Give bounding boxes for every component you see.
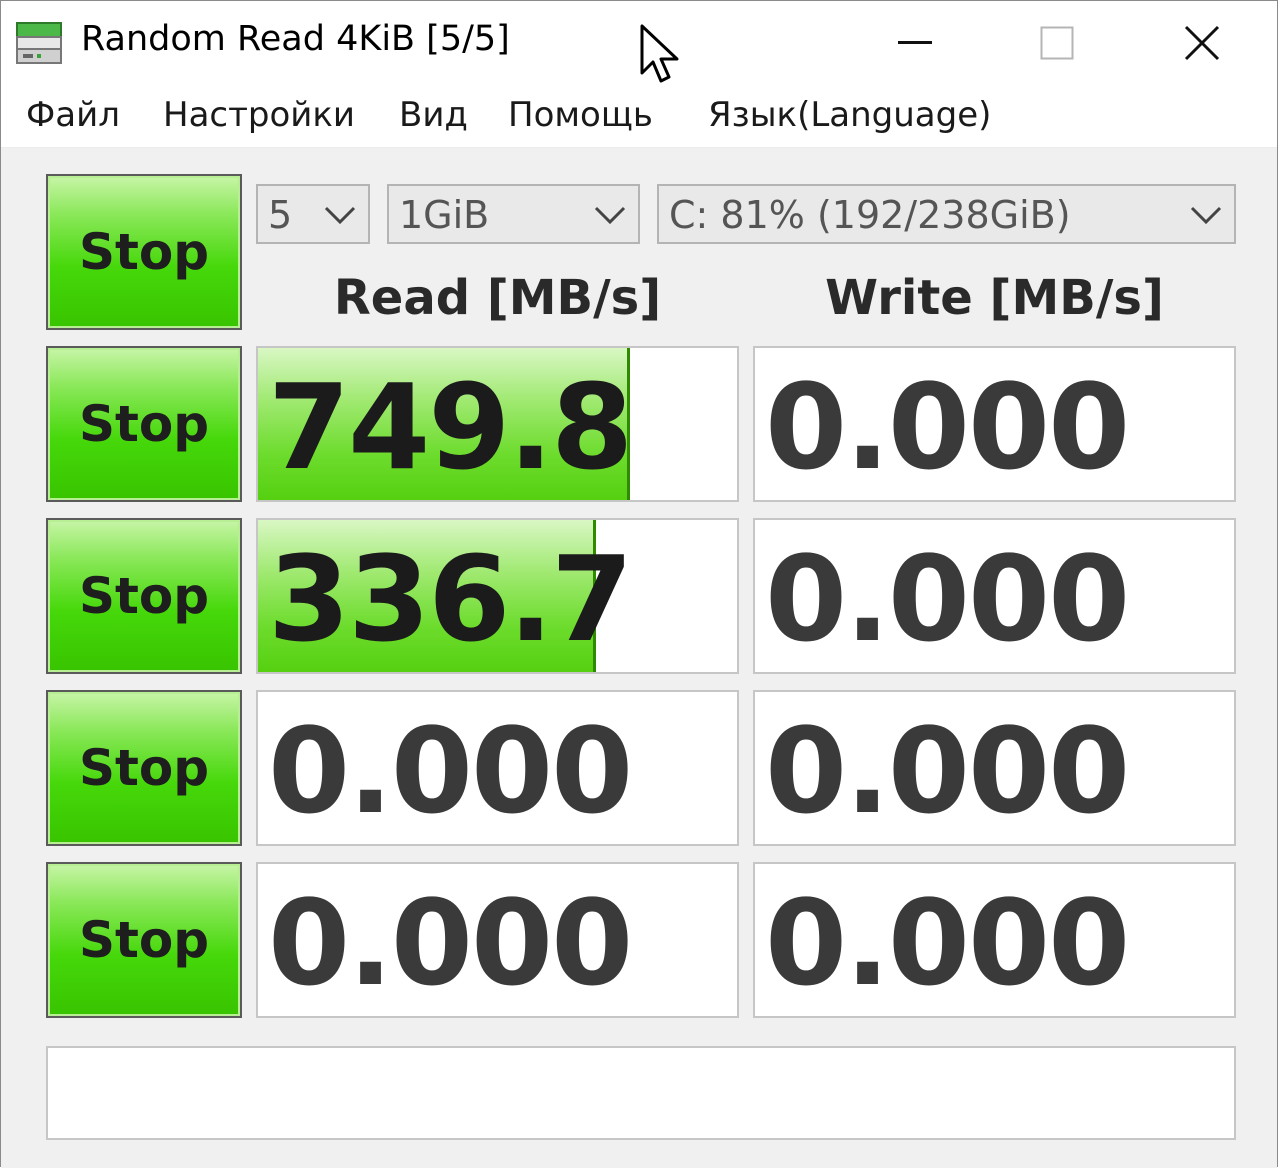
read-result-row-1: 749.8: [256, 346, 739, 502]
menu-file[interactable]: Файл: [26, 95, 120, 135]
stop-button-row-1[interactable]: Stop: [46, 346, 242, 502]
write-value: 0.000: [765, 874, 1130, 1012]
title-bar[interactable]: Random Read 4KiB [5/5]: [1, 1, 1277, 85]
close-icon: [1184, 25, 1220, 61]
read-result-row-4: 0.000: [256, 862, 739, 1018]
menu-bar: Файл Настройки Вид Помощь Язык(Language): [1, 85, 1277, 148]
minimize-button[interactable]: [844, 1, 986, 85]
menu-view[interactable]: Вид: [399, 95, 468, 135]
stop-button-row-4[interactable]: Stop: [46, 862, 242, 1018]
write-column-header: Write [MB/s]: [825, 270, 1164, 326]
drive-select[interactable]: C: 81% (192/238GiB): [657, 184, 1236, 244]
read-result-row-2: 336.7: [256, 518, 739, 674]
write-result-row-2: 0.000: [753, 518, 1236, 674]
stop-button-row-3[interactable]: Stop: [46, 690, 242, 846]
maximize-button[interactable]: [986, 1, 1128, 85]
chevron-down-icon: [324, 206, 356, 225]
chevron-down-icon: [1190, 206, 1222, 225]
test-count-value: 5: [268, 193, 293, 237]
write-value: 0.000: [765, 702, 1130, 840]
write-result-row-4: 0.000: [753, 862, 1236, 1018]
chevron-down-icon: [594, 206, 626, 225]
write-result-row-1: 0.000: [753, 346, 1236, 502]
menu-settings[interactable]: Настройки: [163, 95, 355, 135]
test-size-value: 1GiB: [399, 193, 490, 237]
stop-all-button[interactable]: Stop: [46, 174, 242, 330]
test-size-select[interactable]: 1GiB: [387, 184, 640, 244]
close-button[interactable]: [1131, 1, 1273, 85]
comment-input[interactable]: [46, 1046, 1236, 1140]
read-result-row-3: 0.000: [256, 690, 739, 846]
minimize-icon: [898, 41, 932, 44]
drive-value: C: 81% (192/238GiB): [669, 193, 1071, 237]
write-result-row-3: 0.000: [753, 690, 1236, 846]
menu-help[interactable]: Помощь: [508, 95, 653, 135]
window-title: Random Read 4KiB [5/5]: [81, 19, 510, 59]
read-value: 336.7: [268, 530, 633, 668]
read-value: 749.8: [268, 358, 633, 496]
stop-button-row-2[interactable]: Stop: [46, 518, 242, 674]
test-count-select[interactable]: 5: [256, 184, 370, 244]
write-value: 0.000: [765, 530, 1130, 668]
read-column-header: Read [MB/s]: [333, 270, 662, 326]
maximize-icon: [1040, 26, 1074, 60]
app-window: Random Read 4KiB [5/5] Файл Настройки Ви…: [0, 0, 1278, 1168]
write-value: 0.000: [765, 358, 1130, 496]
benchmark-panel: Stop 5 1GiB C: 81% (192/238GiB) Read [MB…: [1, 148, 1277, 1168]
read-value: 0.000: [268, 874, 633, 1012]
disk-drive-icon: [16, 22, 62, 64]
read-value: 0.000: [268, 702, 633, 840]
mouse-cursor-icon: [640, 24, 679, 83]
menu-language[interactable]: Язык(Language): [708, 95, 991, 135]
